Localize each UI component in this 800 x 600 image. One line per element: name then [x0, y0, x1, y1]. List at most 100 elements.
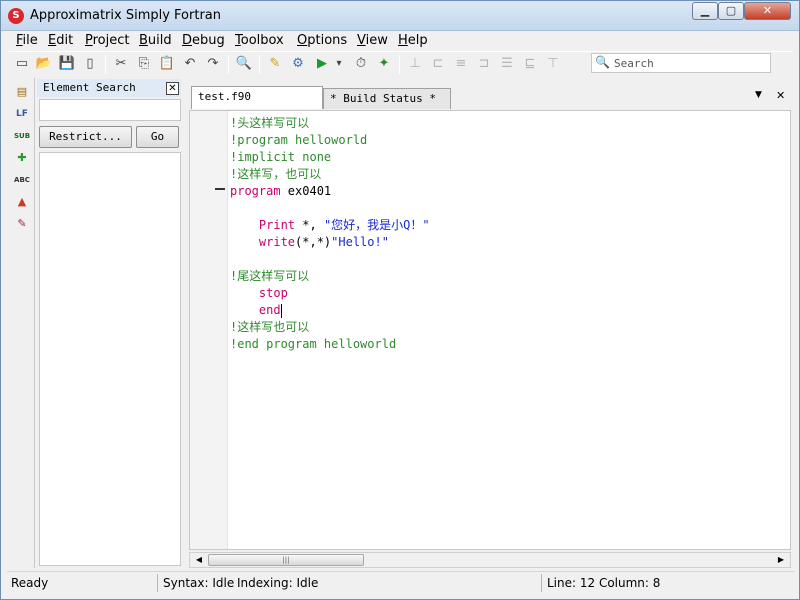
scroll-right-icon[interactable]: ▶	[774, 554, 788, 566]
menu-file[interactable]: File	[16, 33, 38, 48]
scroll-left-icon[interactable]: ◀	[192, 554, 206, 566]
search-placeholder: Search	[614, 57, 654, 70]
undo-icon[interactable]: ↶	[181, 55, 199, 73]
menu-toolbox[interactable]: Toolbox	[235, 33, 284, 48]
debug-step-icon[interactable]: ⊤	[544, 55, 562, 73]
code-token: !end program helloworld	[230, 337, 397, 351]
code-token: *,	[302, 218, 324, 232]
close-tab-icon[interactable]: ✕	[776, 89, 785, 102]
status-syntax: Syntax: Idle	[163, 576, 235, 590]
search-input[interactable]: 🔍 Search	[591, 53, 771, 73]
code-token: write	[230, 235, 296, 249]
code-token: (*,*)	[295, 235, 332, 249]
code-line[interactable]: program ex0401	[230, 183, 331, 199]
menu-bar: File Edit Project Build Debug Toolbox Op…	[9, 32, 793, 50]
status-ready: Ready	[11, 576, 49, 590]
spellcheck-icon[interactable]: ABC	[14, 172, 30, 188]
menu-options[interactable]: Options	[297, 33, 347, 48]
title-bar[interactable]: S Approximatrix Simply Fortran ▁ ▢ ✕	[1, 1, 799, 31]
panel-header: Element Search ✕	[37, 79, 181, 97]
status-cursor-position: Line: 12 Column: 8	[547, 576, 661, 590]
toolbar-separator	[228, 55, 229, 74]
copy-icon[interactable]: ⎘	[135, 55, 153, 73]
code-token: "您好，我是小Q！"	[323, 218, 430, 232]
search-icon: 🔍	[595, 55, 610, 69]
element-search-input[interactable]	[39, 99, 181, 121]
code-line[interactable]: !end program helloworld	[230, 336, 396, 352]
go-button[interactable]: Go	[136, 126, 179, 148]
new-file-icon[interactable]: ▭	[13, 55, 31, 73]
tab-list-dropdown-icon[interactable]: ▼	[755, 90, 762, 100]
debug-step-icon[interactable]: ⊐	[475, 55, 493, 73]
code-line[interactable]: write(*,*)"Hello!"	[230, 234, 389, 250]
run-icon[interactable]: ▶	[313, 55, 331, 73]
code-line[interactable]: !program helloworld	[230, 132, 367, 148]
horizontal-scrollbar[interactable]: ◀ ||| ▶	[189, 552, 791, 568]
code-token: !program helloworld	[230, 133, 368, 147]
app-window: S Approximatrix Simply Fortran ▁ ▢ ✕ Fil…	[0, 0, 800, 600]
window-title: Approximatrix Simply Fortran	[30, 8, 222, 23]
code-line[interactable]: !这样写也可以	[230, 319, 309, 335]
profile-clock-icon[interactable]: ⏱	[352, 55, 370, 73]
debug-step-icon[interactable]: ≡	[452, 55, 470, 73]
close-file-icon[interactable]: ▯	[81, 55, 99, 73]
open-folder-icon[interactable]: 📂	[35, 55, 53, 73]
build-icon[interactable]: ✎	[266, 55, 284, 73]
menu-debug[interactable]: Debug	[182, 33, 225, 48]
code-line[interactable]: !尾这样写可以	[230, 268, 309, 284]
redo-icon[interactable]: ↷	[204, 55, 222, 73]
maximize-button[interactable]: ▢	[718, 2, 744, 20]
subroutine-search-icon[interactable]: SUB	[14, 128, 30, 144]
toolbar-separator	[399, 55, 400, 74]
cut-icon[interactable]: ✂	[112, 55, 130, 73]
toolbar-separator	[105, 55, 106, 74]
fold-marker-icon[interactable]	[215, 188, 225, 190]
debug-step-icon[interactable]: ☰	[498, 55, 516, 73]
code-line[interactable]: !头这样写可以	[230, 115, 309, 131]
outline-icon[interactable]: LF	[14, 106, 30, 122]
pencil-icon[interactable]: ✎	[14, 216, 30, 232]
status-divider	[541, 574, 542, 592]
find-icon[interactable]: 🔍	[235, 55, 253, 73]
debug-step-icon[interactable]: ⊏	[429, 55, 447, 73]
menu-build[interactable]: Build	[139, 33, 172, 48]
code-token: !implicit none	[230, 150, 332, 164]
minimize-button[interactable]: ▁	[692, 2, 718, 20]
settings-icon[interactable]: ⚙	[289, 55, 307, 73]
toolbar-separator	[259, 55, 260, 74]
debug-step-icon[interactable]: ⊑	[521, 55, 539, 73]
debug-bug-icon[interactable]: ✦	[375, 55, 393, 73]
code-token: Print	[230, 218, 303, 232]
menu-edit[interactable]: Edit	[48, 33, 73, 48]
code-line[interactable]: !这样写，也可以	[230, 166, 321, 182]
save-icon[interactable]: 💾	[58, 55, 76, 73]
menu-project[interactable]: Project	[85, 33, 130, 48]
code-line[interactable]: Print *, "您好，我是小Q！"	[230, 217, 430, 233]
status-indexing: Indexing: Idle	[237, 576, 319, 590]
code-token: !尾这样写可以	[230, 269, 310, 283]
menu-help[interactable]: Help	[398, 33, 428, 48]
tab-test-f90[interactable]: test.f90	[191, 86, 323, 109]
run-dropdown-icon[interactable]: ▾	[333, 55, 345, 73]
code-token: !头这样写可以	[230, 116, 310, 130]
paste-icon[interactable]: 📋	[158, 55, 176, 73]
left-tool-strip: ▤ LF SUB ✚ ABC ▲ ✎	[9, 78, 35, 568]
element-search-panel: Element Search ✕ Restrict... Go	[37, 78, 183, 568]
code-line[interactable]: end	[230, 302, 282, 318]
code-line[interactable]: stop	[230, 285, 288, 301]
tab-build-status[interactable]: * Build Status *	[323, 88, 451, 109]
close-window-button[interactable]: ✕	[744, 2, 791, 20]
editor-gutter	[190, 111, 228, 549]
menu-view[interactable]: View	[357, 33, 388, 48]
code-editor[interactable]: !头这样写可以 !program helloworld !implicit none…	[189, 110, 791, 550]
scroll-thumb[interactable]: |||	[208, 554, 364, 566]
project-icon[interactable]: ▤	[14, 84, 30, 100]
restrict-button[interactable]: Restrict...	[39, 126, 132, 148]
code-line[interactable]: !implicit none	[230, 149, 331, 165]
debug-step-icon[interactable]: ⊥	[406, 55, 424, 73]
search-results-list[interactable]	[39, 152, 181, 566]
code-token: program	[230, 184, 288, 198]
module-puzzle-icon[interactable]: ✚	[14, 150, 30, 166]
shapes-icon[interactable]: ▲	[14, 194, 30, 210]
close-icon[interactable]: ✕	[166, 82, 179, 95]
